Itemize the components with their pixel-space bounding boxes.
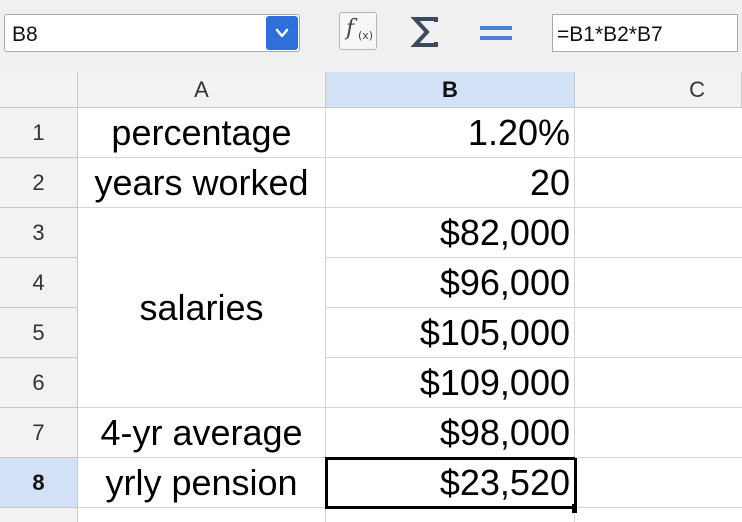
cell-c7[interactable] [575,408,742,458]
cell-b4[interactable]: $96,000 [326,258,575,308]
cell-c8[interactable] [577,458,742,508]
cell-c3[interactable] [575,208,742,258]
cell-b2[interactable]: 20 [326,158,575,208]
row-header-8[interactable]: 8 [0,458,78,508]
formula-toolbar: B8 f (x) =B1*B2*B7 [0,0,742,73]
cell-a1[interactable]: percentage [78,108,326,158]
row-header-7[interactable]: 7 [0,408,78,458]
name-box-value: B8 [12,23,38,46]
cell-a7[interactable]: 4-yr average [78,408,326,458]
cell-c4[interactable] [575,258,742,308]
cell-a9[interactable] [78,508,326,522]
spreadsheet-grid: A B C 1 2 3 4 5 6 7 8 percentage years w… [0,72,742,522]
row-header-3[interactable]: 3 [0,208,78,258]
column-header-b[interactable]: B [326,72,575,108]
name-box-dropdown-button[interactable] [266,16,298,50]
formula-input[interactable]: =B1*B2*B7 [552,14,738,52]
row-header-1[interactable]: 1 [0,108,78,158]
chevron-down-icon [275,28,289,38]
cell-a2[interactable]: years worked [78,158,326,208]
name-box[interactable]: B8 [4,14,300,52]
cell-c6[interactable] [575,358,742,408]
column-header-a[interactable]: A [78,72,326,108]
column-header-c[interactable]: C [575,72,742,108]
equals-icon[interactable] [478,18,514,48]
cell-c5[interactable] [575,308,742,358]
row-header-2[interactable]: 2 [0,158,78,208]
cell-b9[interactable] [326,509,575,522]
cell-b1[interactable]: 1.20% [326,108,575,158]
cell-c9[interactable] [577,508,742,522]
sigma-icon[interactable] [408,14,444,50]
cell-b8-active[interactable]: $23,520 [325,457,577,509]
cell-b7[interactable]: $98,000 [326,408,575,458]
cell-b3[interactable]: $82,000 [326,208,575,258]
formula-text: =B1*B2*B7 [557,23,663,46]
row-header-9[interactable] [0,508,78,522]
select-all-corner[interactable] [0,72,78,108]
row-header-6[interactable]: 6 [0,358,78,408]
cell-c1[interactable] [575,108,742,158]
cell-b5[interactable]: $105,000 [326,308,575,358]
cell-a3-a6-merged[interactable]: salaries [78,208,326,408]
function-wizard-icon[interactable]: f (x) [339,12,377,50]
cell-a8[interactable]: yrly pension [78,458,326,508]
row-header-4[interactable]: 4 [0,258,78,308]
cell-c2[interactable] [575,158,742,208]
cell-b6[interactable]: $109,000 [326,358,575,408]
row-header-5[interactable]: 5 [0,308,78,358]
